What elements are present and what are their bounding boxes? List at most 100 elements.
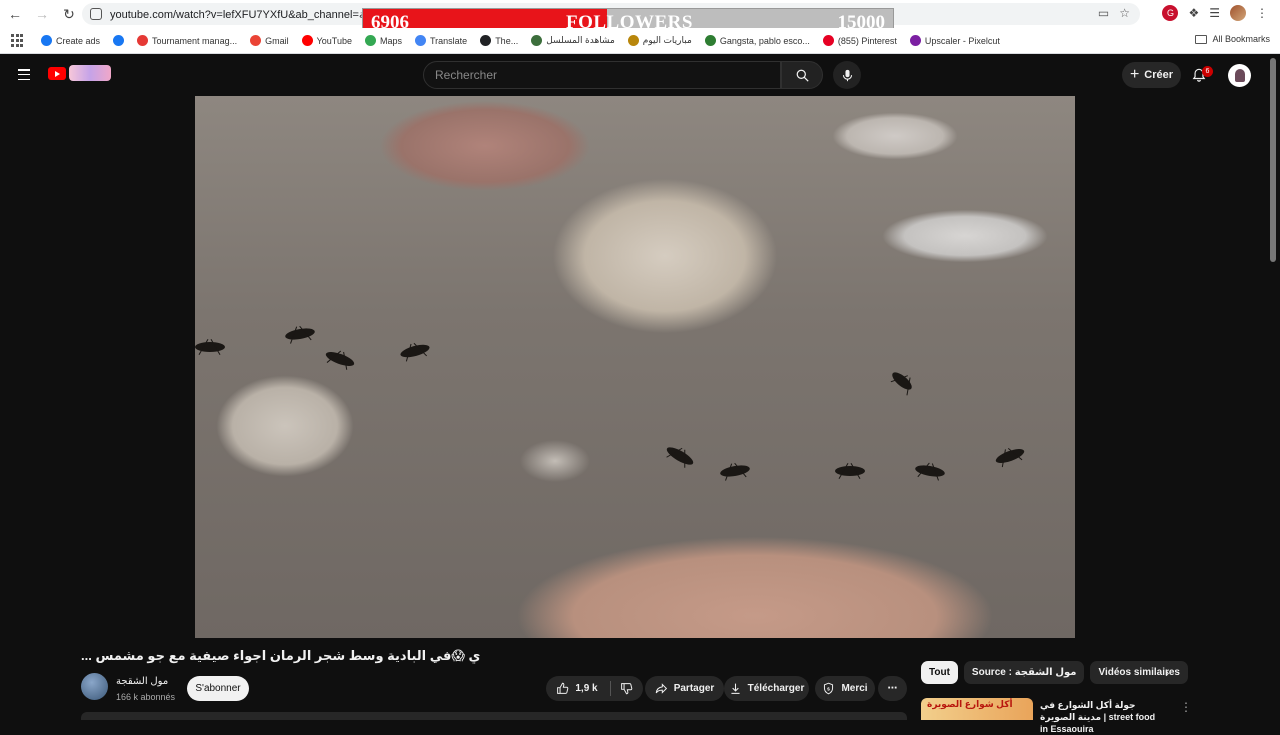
ant [195, 342, 225, 352]
ant [994, 446, 1026, 466]
site-info-icon[interactable] [90, 8, 102, 20]
download-label: Télécharger [747, 683, 805, 694]
youtube-doodle[interactable] [69, 65, 111, 81]
bookmark-label: Tournament manag... [152, 35, 238, 46]
download-button[interactable]: Télécharger [724, 676, 809, 701]
like-separator [609, 681, 611, 696]
bookmark-favicon-icon [627, 35, 639, 46]
page-scrollbar[interactable] [1270, 58, 1276, 262]
forward-button[interactable]: → [30, 2, 54, 26]
filter-chip[interactable]: Vidéos similaires [1090, 661, 1188, 684]
bookmark-item[interactable]: مباريات اليوم [627, 35, 692, 46]
chevron-right-icon[interactable]: › [1165, 665, 1169, 680]
bookmark-label: Create ads [56, 35, 101, 46]
extensions-puzzle-icon[interactable]: ❖ [1188, 6, 1199, 20]
bookmark-label: Gmail [265, 35, 289, 46]
bookmark-favicon-icon [415, 35, 426, 46]
bookmark-item[interactable]: Tournament manag... [137, 35, 237, 46]
browser-menu-icon[interactable]: ⋮ [1256, 6, 1268, 20]
followers-label: FOLLOWERS [566, 12, 693, 33]
install-icon[interactable]: ▭ [1098, 6, 1109, 20]
bookmark-item[interactable]: (855) Pinterest [822, 35, 897, 46]
dislike-icon[interactable] [620, 682, 633, 695]
channel-name[interactable]: مول الشقجة [116, 676, 168, 687]
reload-button[interactable]: ↻ [57, 2, 81, 26]
menu-icon[interactable] [18, 69, 30, 80]
recommendation-more-icon[interactable]: ⋮ [1180, 700, 1192, 714]
bookmark-label: YouTube [316, 35, 352, 46]
bookmark-item[interactable]: YouTube [301, 35, 352, 46]
channel-avatar[interactable] [81, 673, 108, 700]
bookmark-favicon-icon [137, 35, 149, 46]
voice-search-button[interactable] [833, 61, 861, 89]
bookmark-item[interactable]: مشاهدة المسلسل [531, 35, 615, 46]
bookmark-label: مشاهدة المسلسل [546, 35, 615, 45]
share-button[interactable]: Partager [645, 676, 724, 701]
thanks-button[interactable]: $ Merci [815, 676, 875, 701]
bookmark-label: Gangsta, pablo esco... [719, 35, 810, 46]
download-icon [731, 683, 740, 694]
extensions-area: G ❖ ☰ ⋮ [1162, 5, 1268, 21]
bookmark-item[interactable] [113, 35, 125, 46]
apps-grid-icon[interactable] [11, 33, 25, 48]
bookmark-favicon-icon [531, 35, 543, 46]
bookmark-favicon-icon [364, 35, 376, 46]
recommendation-filter-chips: Tout Source : مول الشقجة Vidéos similaires [921, 661, 1188, 684]
more-actions-button[interactable]: ⋯ [878, 676, 907, 701]
like-count[interactable]: 1,9 k [575, 683, 597, 694]
ant [399, 342, 431, 360]
followers-current: 6906 [371, 12, 409, 33]
bookmark-label: Translate [430, 35, 468, 46]
thanks-label: Merci [841, 683, 868, 694]
bookmark-item[interactable]: Gmail [250, 35, 289, 46]
filter-chip[interactable]: Source : مول الشقجة [963, 661, 1085, 684]
bookmark-item[interactable]: Maps [364, 35, 402, 46]
extension-icon[interactable]: G [1162, 5, 1179, 21]
channel-subscribers: 166 k abonnés [116, 692, 176, 702]
recommendation-thumb-text: أكل شوارع الصويرة [927, 699, 1013, 709]
folder-icon [1195, 34, 1208, 44]
svg-text:$: $ [828, 687, 831, 693]
recommendation-thumbnail[interactable]: أكل شوارع الصويرة [921, 698, 1033, 720]
bookmark-favicon-icon [480, 35, 492, 46]
recommendation-title[interactable]: جولة أكل الشوارع في مدينة الصويرة | stre… [1040, 699, 1160, 735]
bookmark-item[interactable]: The... [480, 35, 518, 46]
bookmark-favicon-icon [113, 35, 125, 46]
bookmark-item[interactable]: Translate [415, 35, 467, 46]
bookmark-favicon-icon [704, 35, 716, 46]
notification-count-badge: 6 [1202, 66, 1213, 77]
bookmark-star-icon[interactable]: ☆ [1119, 6, 1130, 20]
more-horizontal-icon: ⋯ [887, 683, 898, 694]
ant [835, 466, 865, 476]
bookmark-favicon-icon [301, 35, 313, 46]
share-icon [655, 683, 667, 694]
browser-profile-icon[interactable] [1230, 5, 1246, 21]
bookmark-favicon-icon [822, 35, 834, 46]
bookmark-item[interactable]: Gangsta, pablo esco... [704, 35, 810, 46]
bookmark-item[interactable]: Upscaler - Pixelcut [909, 35, 1000, 46]
plus-icon: + [1129, 66, 1140, 83]
bookmark-favicon-icon [250, 35, 262, 46]
all-bookmarks[interactable]: All Bookmarks [1195, 34, 1270, 44]
search-button[interactable] [781, 61, 823, 89]
youtube-logo-icon[interactable] [48, 67, 66, 80]
search-input[interactable]: Rechercher [423, 61, 781, 89]
back-button[interactable]: ← [3, 2, 27, 26]
subscribe-button[interactable]: S'abonner [187, 676, 249, 701]
user-avatar[interactable] [1228, 64, 1251, 87]
video-player[interactable] [195, 96, 1075, 638]
filter-chip[interactable]: Tout [921, 661, 958, 684]
bookmark-label: (855) Pinterest [837, 35, 897, 46]
followers-goal: 15000 [837, 12, 886, 33]
search-icon [796, 69, 809, 82]
microphone-icon [842, 69, 852, 81]
create-button[interactable]: + Créer [1122, 62, 1181, 88]
bookmark-label: مباريات اليوم [642, 35, 692, 45]
bookmark-favicon-icon [41, 35, 52, 46]
bookmark-label: Upscaler - Pixelcut [924, 35, 1000, 46]
description-box[interactable] [81, 712, 907, 720]
ant [719, 463, 751, 479]
like-icon[interactable] [556, 682, 569, 695]
media-controls-icon[interactable]: ☰ [1209, 6, 1220, 20]
bookmark-item[interactable]: Create ads [41, 35, 100, 46]
